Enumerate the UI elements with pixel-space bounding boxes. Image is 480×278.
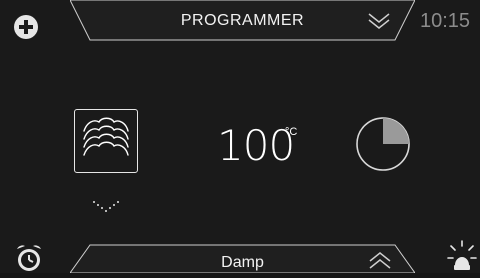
temperature-value: 100	[217, 121, 295, 170]
dotted-chevron-down-icon	[93, 201, 119, 212]
page-title: PROGRAMMER	[180, 12, 305, 29]
mode-dropdown-toggle[interactable]	[92, 199, 120, 215]
alarm-button[interactable]	[14, 243, 44, 273]
mode-selector-button[interactable]	[74, 109, 138, 173]
alarm-clock-icon	[17, 245, 41, 271]
add-button[interactable]	[13, 14, 39, 40]
timer-progress-slice	[383, 118, 409, 144]
oven-light-button[interactable]	[447, 240, 477, 273]
double-chevron-down-icon	[368, 13, 390, 29]
header-tab[interactable]: PROGRAMMER	[70, 0, 415, 42]
footer-tab[interactable]: Damp	[70, 244, 415, 273]
clock-time: 10:15	[420, 10, 471, 32]
temperature-unit: °C	[285, 126, 298, 138]
timer-pie-icon	[356, 117, 410, 171]
oven-light-icon	[447, 240, 477, 270]
collapse-menu-button[interactable]	[368, 251, 392, 271]
plus-circle-icon	[14, 15, 38, 39]
oven-screen: PROGRAMMER 10:15 100 °C Damp	[0, 0, 480, 273]
double-chevron-up-icon	[369, 252, 391, 269]
expand-menu-button[interactable]	[367, 10, 391, 32]
temperature-setting[interactable]: 100 °C	[210, 117, 320, 171]
steam-clouds-icon	[83, 117, 129, 156]
timer-button[interactable]	[353, 114, 413, 174]
mode-label: Damp	[221, 254, 264, 271]
